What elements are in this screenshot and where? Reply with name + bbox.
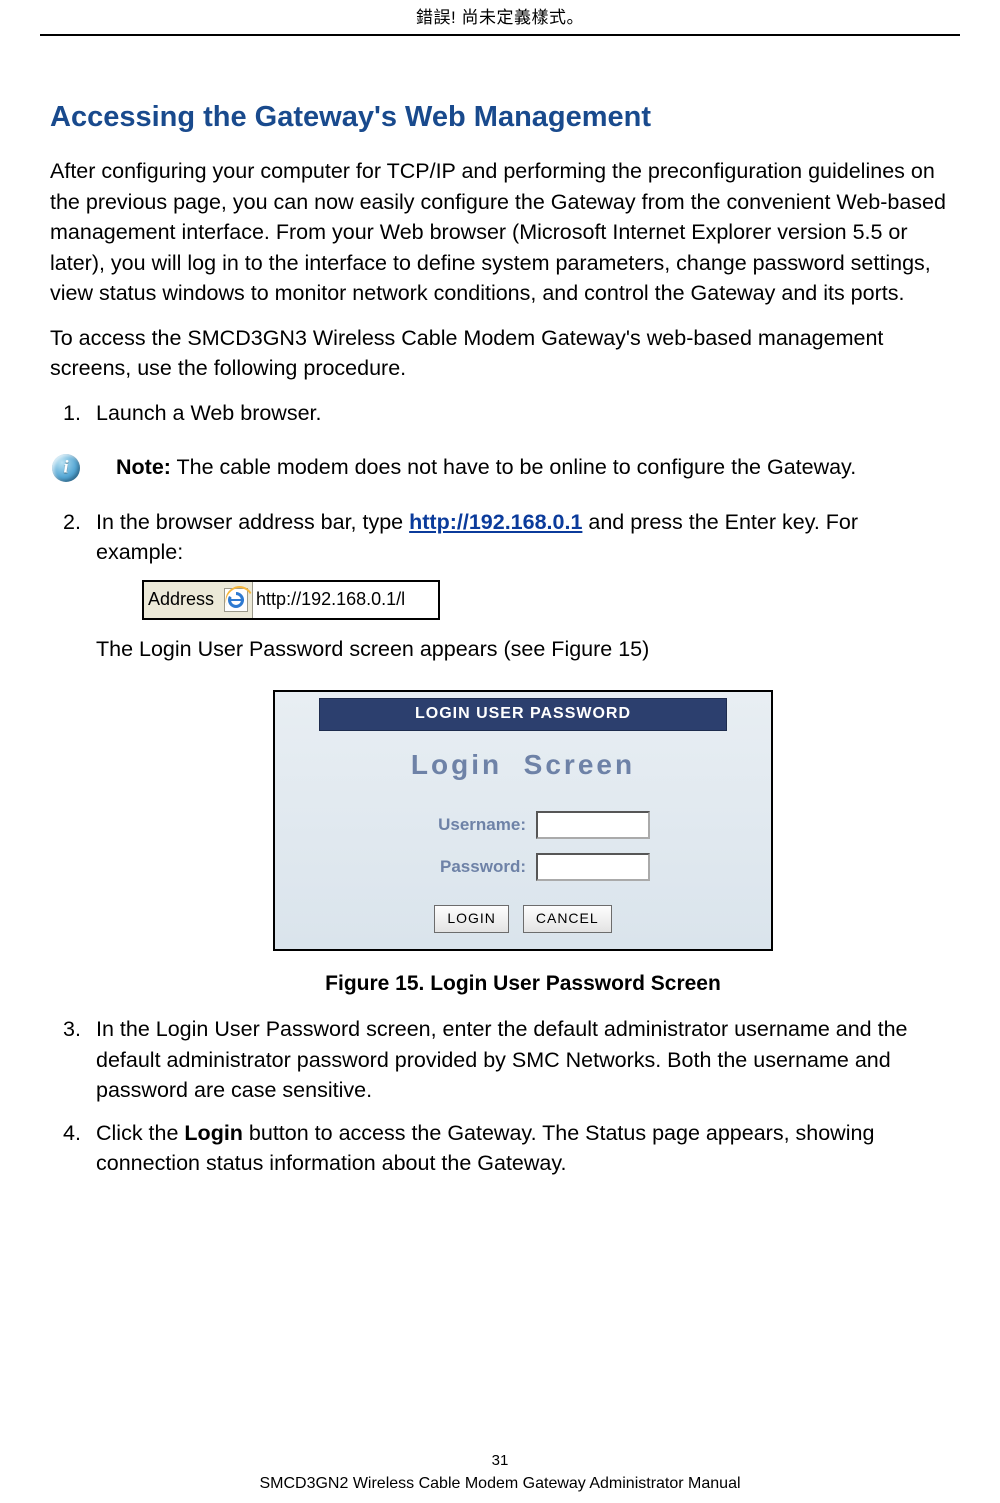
page-number: 31 bbox=[0, 1452, 1000, 1469]
username-input[interactable] bbox=[536, 811, 650, 839]
step-1-text: Launch a Web browser. bbox=[96, 401, 322, 425]
step-1: Launch a Web browser. Note: The cable mo… bbox=[50, 398, 950, 483]
note-block: Note: The cable modem does not have to b… bbox=[52, 452, 950, 483]
button-row: LOGIN CANCEL bbox=[275, 895, 771, 949]
step-4-bold: Login bbox=[184, 1121, 243, 1145]
step-4-prefix: Click the bbox=[96, 1121, 184, 1145]
info-icon bbox=[52, 454, 80, 482]
gateway-url-link[interactable]: http://192.168.0.1 bbox=[409, 510, 582, 534]
address-bar-label: Address bbox=[144, 587, 220, 613]
username-label: Username: bbox=[396, 813, 526, 837]
procedure-list: Launch a Web browser. Note: The cable mo… bbox=[50, 398, 950, 1179]
login-box: LOGIN USER PASSWORD Login Screen Usernam… bbox=[273, 690, 773, 950]
note-text: Note: The cable modem does not have to b… bbox=[94, 452, 856, 483]
login-figure: LOGIN USER PASSWORD Login Screen Usernam… bbox=[273, 690, 773, 950]
cancel-button[interactable]: CANCEL bbox=[523, 905, 612, 933]
password-input[interactable] bbox=[536, 853, 650, 881]
section-heading: Accessing the Gateway's Web Management bbox=[50, 101, 950, 134]
address-bar: Address http://192.168.0.1/l bbox=[142, 580, 440, 620]
ie-icon bbox=[224, 588, 248, 612]
step-3: In the Login User Password screen, enter… bbox=[50, 1014, 950, 1106]
password-label: Password: bbox=[396, 855, 526, 879]
address-bar-input[interactable]: http://192.168.0.1/l bbox=[252, 582, 438, 618]
step-2-prefix: In the browser address bar, type bbox=[96, 510, 409, 534]
address-bar-figure: Address http://192.168.0.1/l bbox=[142, 580, 950, 620]
intro-paragraph-1: After configuring your computer for TCP/… bbox=[50, 156, 950, 309]
login-heading-b: Screen bbox=[524, 745, 635, 785]
intro-paragraph-2: To access the SMCD3GN3 Wireless Cable Mo… bbox=[50, 323, 950, 384]
login-heading-a: Login bbox=[411, 745, 502, 785]
page-header-error: 錯誤! 尚未定義樣式。 bbox=[0, 0, 1000, 28]
content-area: Accessing the Gateway's Web Management A… bbox=[0, 36, 1000, 1179]
manual-title: SMCD3GN2 Wireless Cable Modem Gateway Ad… bbox=[0, 1475, 1000, 1493]
figure-caption: Figure 15. Login User Password Screen bbox=[96, 969, 950, 999]
note-body: The cable modem does not have to be onli… bbox=[171, 455, 856, 479]
note-label: Note: bbox=[116, 455, 171, 479]
step-2-after: The Login User Password screen appears (… bbox=[96, 634, 950, 665]
login-title-bar: LOGIN USER PASSWORD bbox=[319, 698, 727, 731]
step-2: In the browser address bar, type http://… bbox=[50, 507, 950, 999]
step-3-text: In the Login User Password screen, enter… bbox=[96, 1017, 907, 1102]
page: 錯誤! 尚未定義樣式。 Accessing the Gateway's Web … bbox=[0, 0, 1000, 1503]
page-footer: 31 SMCD3GN2 Wireless Cable Modem Gateway… bbox=[0, 1452, 1000, 1493]
login-heading: Login Screen bbox=[275, 745, 771, 785]
password-row: Password: bbox=[275, 853, 771, 881]
username-row: Username: bbox=[275, 811, 771, 839]
step-4: Click the Login button to access the Gat… bbox=[50, 1118, 950, 1179]
login-button[interactable]: LOGIN bbox=[434, 905, 509, 933]
